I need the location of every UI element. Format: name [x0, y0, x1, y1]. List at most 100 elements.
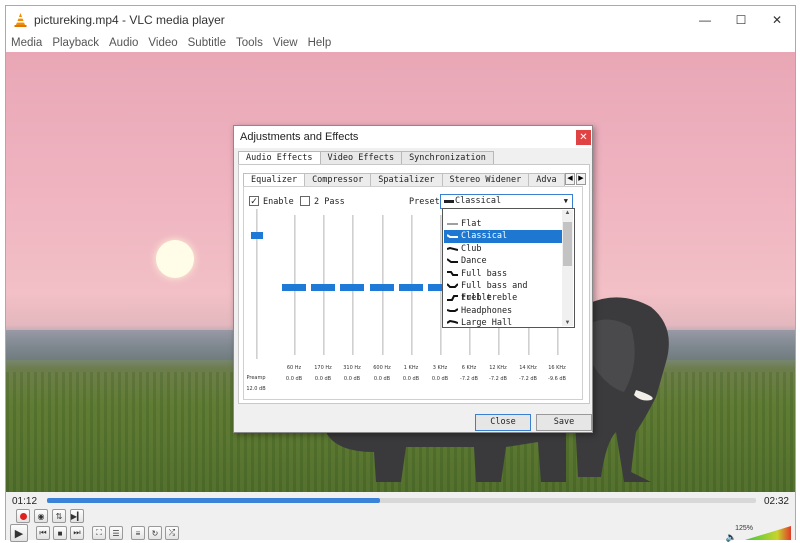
loop-icon: ↻	[151, 528, 159, 538]
tab-stereo-widener[interactable]: Stereo Widener	[441, 173, 530, 187]
next-button[interactable]: ⏭	[70, 526, 84, 540]
play-button[interactable]: ▶	[10, 524, 28, 542]
eq-curve-icon	[447, 270, 458, 276]
menu-tools[interactable]: Tools	[236, 37, 263, 49]
tab-equalizer[interactable]: Equalizer	[243, 173, 306, 187]
preset-option-label: Classical	[461, 231, 508, 242]
audio-subtabs: Equalizer Compressor Spatializer Stereo …	[243, 173, 569, 187]
eq-band-gain: 0.0 dB	[314, 376, 332, 382]
scroll-up-icon[interactable]: ▲	[562, 210, 573, 216]
tab-spatializer[interactable]: Spatializer	[370, 173, 443, 187]
eq-band-thumb[interactable]	[399, 284, 423, 291]
stop-icon: ■	[57, 528, 63, 538]
preamp-slider-thumb[interactable]	[251, 231, 263, 239]
eq-band-thumb[interactable]	[311, 284, 335, 291]
eq-band-thumb[interactable]	[340, 284, 364, 291]
extended-settings-button[interactable]: ☰	[109, 526, 123, 540]
eq-band-frequency: 1 KHz	[403, 365, 419, 371]
eq-curve-icon	[447, 320, 458, 325]
close-button[interactable]: Close	[475, 414, 531, 431]
close-window-button[interactable]: ✕	[759, 6, 795, 34]
eq-band-frequency: 60 Hz	[286, 365, 302, 371]
preset-option-label: Club	[461, 243, 482, 254]
dialog-title: Adjustments and Effects	[240, 131, 359, 143]
preset-option-label: Headphones	[461, 305, 513, 316]
scrollbar-thumb[interactable]	[563, 222, 572, 266]
menu-help[interactable]: Help	[308, 37, 332, 49]
eq-band-gain: -7.2 dB	[460, 376, 478, 382]
preset-option[interactable]: Classical	[444, 230, 562, 243]
eq-curve-icon	[447, 307, 458, 312]
sun-image	[156, 240, 194, 278]
eq-band-thumb[interactable]	[370, 284, 394, 291]
preset-value: Classical	[455, 196, 502, 206]
preset-option-label: Full bass	[461, 268, 508, 279]
loop-button[interactable]: ↻	[148, 526, 162, 540]
tab-advanced[interactable]: Adva	[528, 173, 565, 187]
eq-band-gain: 0.0 dB	[402, 376, 420, 382]
preset-option[interactable]: Large Hall	[444, 317, 562, 329]
volume-slider[interactable]	[745, 526, 791, 540]
menu-subtitle[interactable]: Subtitle	[188, 37, 226, 49]
record-button[interactable]	[16, 509, 30, 523]
seek-bar-fill	[47, 498, 381, 503]
menu-video[interactable]: Video	[148, 37, 177, 49]
vlc-logo-icon	[14, 13, 27, 27]
dropdown-scrollbar[interactable]: ▲ ▼	[562, 210, 573, 326]
preset-select[interactable]: Classical ▼	[440, 194, 573, 209]
maximize-button[interactable]: ☐	[723, 6, 759, 34]
tab-scroll-right-button[interactable]: ▶	[576, 173, 586, 185]
two-pass-checkbox[interactable]	[300, 196, 310, 206]
current-time: 01:12	[12, 496, 38, 507]
playlist-button[interactable]: ≡	[131, 526, 145, 540]
preset-option[interactable]: Full bass and treble	[444, 280, 562, 303]
eq-band-gain: -9.6 dB	[548, 376, 566, 382]
volume-level-fill	[745, 526, 791, 540]
previous-button[interactable]: ⏮	[36, 526, 50, 540]
loop-ab-button[interactable]: ⇅	[52, 509, 66, 523]
menu-audio[interactable]: Audio	[109, 37, 138, 49]
eq-curve-icon	[447, 258, 458, 264]
player-controls: 01:12 02:32 ◉ ⇅ ▶▎ ▶ ⏮ ■ ⏭ ⛶ ☰ ≡ ↻ ⤮ 🔈 1…	[6, 492, 795, 543]
dialog-close-button[interactable]: ✕	[576, 130, 591, 145]
loop-ab-icon: ⇅	[55, 511, 63, 521]
eq-band-gain: -7.2 dB	[489, 376, 507, 382]
snapshot-button[interactable]: ◉	[34, 509, 48, 523]
tab-compressor[interactable]: Compressor	[304, 173, 372, 187]
menu-playback[interactable]: Playback	[52, 37, 99, 49]
tab-video-effects[interactable]: Video Effects	[319, 151, 403, 165]
scroll-down-icon[interactable]: ▼	[562, 320, 573, 326]
eq-band-frequency: 3 KHz	[432, 365, 448, 371]
playlist-icon: ≡	[135, 528, 141, 538]
minimize-button[interactable]: —	[687, 6, 723, 34]
menu-view[interactable]: View	[273, 37, 298, 49]
save-button[interactable]: Save	[536, 414, 592, 431]
preset-option[interactable]: Dance	[444, 255, 562, 267]
shuffle-button[interactable]: ⤮	[165, 526, 179, 540]
seek-bar[interactable]	[47, 498, 756, 503]
enable-label: Enable	[263, 197, 294, 207]
tab-scroll-left-button[interactable]: ◀	[565, 173, 575, 185]
tab-synchronization[interactable]: Synchronization	[401, 151, 494, 165]
stop-button[interactable]: ■	[53, 526, 67, 540]
next-icon: ⏭	[73, 528, 81, 537]
preset-option[interactable]: Flat	[444, 218, 562, 230]
eq-band-gain: -7.2 dB	[519, 376, 537, 382]
eq-curve-icon	[447, 246, 458, 251]
fullscreen-button[interactable]: ⛶	[92, 526, 106, 540]
enable-checkbox[interactable]: ✓	[249, 196, 259, 206]
frame-step-button[interactable]: ▶▎	[70, 509, 84, 523]
preset-option[interactable]: Headphones	[444, 305, 562, 317]
window-title: pictureking.mp4 - VLC media player	[34, 13, 225, 27]
preset-option[interactable]: Club	[444, 243, 562, 255]
preset-option[interactable]: Full bass	[444, 268, 562, 280]
camera-icon: ◉	[37, 511, 45, 521]
tab-audio-effects[interactable]: Audio Effects	[238, 151, 321, 165]
preset-option[interactable]: Full treble	[444, 292, 562, 304]
eq-band-frequency: 12 KHz	[489, 365, 507, 371]
menu-media[interactable]: Media	[11, 37, 42, 49]
eq-band-gain: 0.0 dB	[373, 376, 391, 382]
speaker-icon[interactable]: 🔈	[726, 532, 737, 543]
eq-band-thumb[interactable]	[282, 284, 306, 291]
eq-band-gain: 0.0 dB	[285, 376, 303, 382]
